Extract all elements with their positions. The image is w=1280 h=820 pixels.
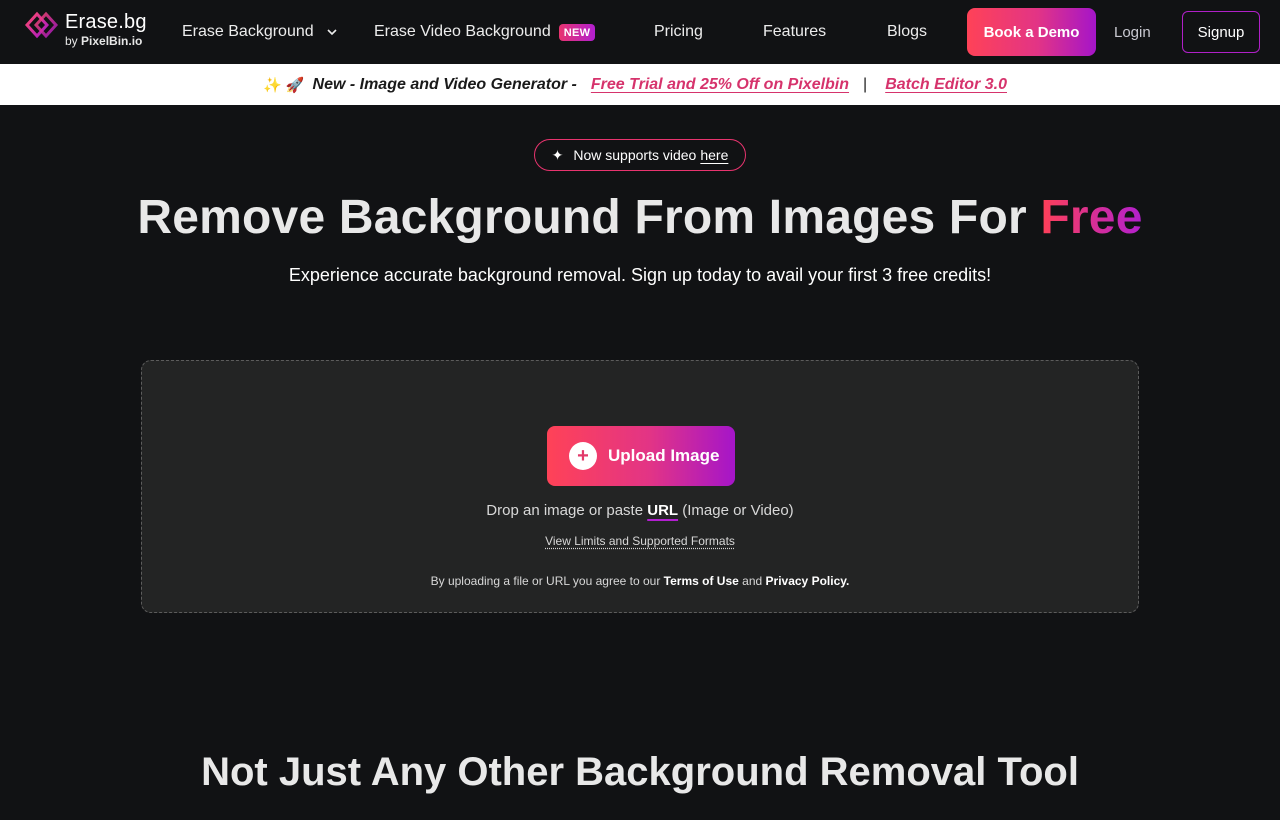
top-nav: Erase.bg by PixelBin.io Erase Background… — [0, 0, 1280, 64]
plus-icon: + — [569, 442, 597, 470]
nav-item-blogs[interactable]: Blogs — [887, 0, 927, 64]
view-limits-link[interactable]: View Limits and Supported Formats — [545, 534, 735, 548]
terms-of-use-link[interactable]: Terms of Use — [664, 574, 739, 588]
announcement-text: New - Image and Video Generator - — [312, 75, 577, 93]
hero-title: Remove Background From Images For Free — [137, 191, 1143, 244]
hero-title-highlight: Free — [1040, 191, 1143, 244]
sparkle-icon: ✦ — [551, 146, 564, 163]
signup-button[interactable]: Signup — [1182, 11, 1260, 53]
drop-instructions: Drop an image or paste URL (Image or Vid… — [486, 502, 794, 519]
batch-editor-link[interactable]: Batch Editor 3.0 — [885, 76, 1007, 94]
pill-text: Now supports video — [573, 147, 697, 163]
privacy-policy-link[interactable]: Privacy Policy. — [766, 574, 850, 588]
upload-image-button[interactable]: + Upload Image — [547, 426, 735, 486]
login-link[interactable]: Login — [1114, 20, 1151, 44]
chevron-down-icon — [327, 29, 337, 36]
video-support-pill[interactable]: ✦ Now supports video here — [534, 139, 746, 171]
logo-subtitle: by PixelBin.io — [65, 34, 143, 48]
announcement-bar: ✨ 🚀 New - Image and Video Generator - Fr… — [0, 64, 1280, 105]
nav-item-erase-video-background[interactable]: Erase Video Background NEW — [374, 0, 596, 64]
new-badge: NEW — [558, 23, 596, 41]
book-demo-button[interactable]: Book a Demo — [967, 8, 1096, 56]
nav-item-erase-background[interactable]: Erase Background — [182, 0, 338, 64]
erase-bg-logo-icon — [24, 11, 59, 39]
upload-button-label: Upload Image — [608, 446, 720, 465]
hero-subtitle: Experience accurate background removal. … — [288, 265, 992, 285]
paste-url-link[interactable]: URL — [647, 502, 678, 519]
logo[interactable]: Erase.bg by PixelBin.io — [23, 10, 147, 47]
nav-item-features[interactable]: Features — [763, 0, 826, 64]
upload-dropzone[interactable]: + Upload Image Drop an image or paste UR… — [141, 360, 1139, 613]
nav-item-pricing[interactable]: Pricing — [654, 0, 703, 64]
limits-formats-link-row: View Limits and Supported Formats — [142, 534, 1138, 548]
announcement-separator: | — [863, 75, 868, 93]
logo-title: Erase.bg — [65, 11, 147, 33]
free-trial-link[interactable]: Free Trial and 25% Off on Pixelbin — [591, 76, 849, 94]
sparkle-rocket-icon: ✨ 🚀 — [262, 76, 305, 94]
terms-notice: By uploading a file or URL you agree to … — [430, 574, 850, 588]
section-title: Not Just Any Other Background Removal To… — [201, 750, 1079, 794]
pill-here-link[interactable]: here — [700, 147, 728, 163]
